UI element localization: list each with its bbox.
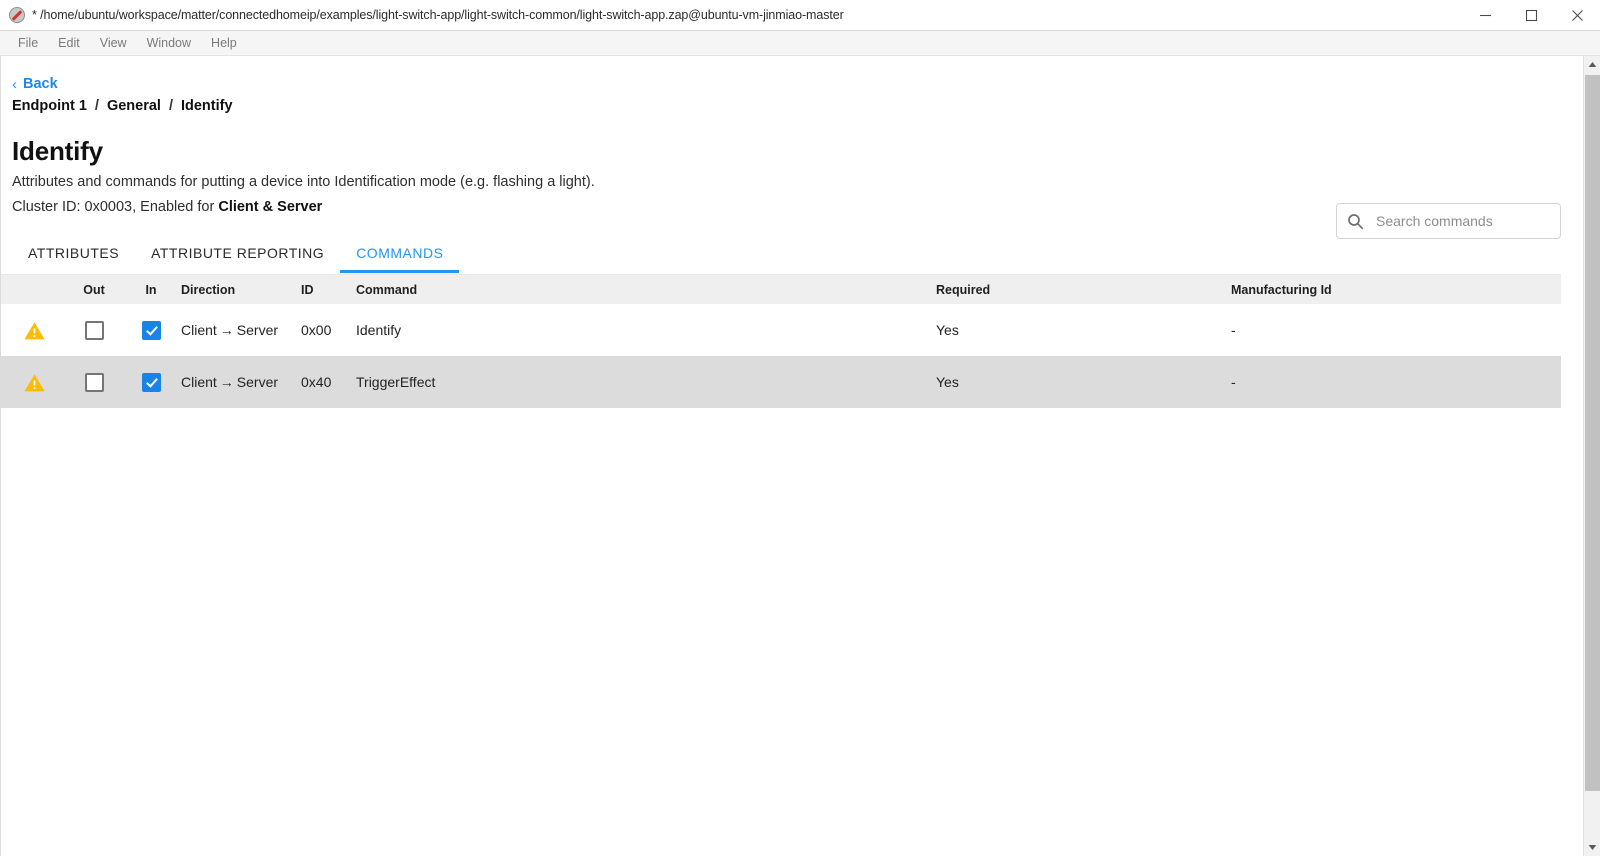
page-description: Attributes and commands for putting a de… xyxy=(12,174,595,190)
table-header-row: Out In Direction ID Command Required Man… xyxy=(1,275,1561,304)
cell-command: TriggerEffect xyxy=(356,374,436,390)
menu-item-window[interactable]: Window xyxy=(137,31,201,55)
table-row: Client → Server 0x40 TriggerEffect Yes - xyxy=(1,356,1561,408)
menu-item-file[interactable]: File xyxy=(8,31,48,55)
direction-to: Server xyxy=(236,322,279,338)
search-icon xyxy=(1347,213,1364,230)
cell-id: 0x40 xyxy=(301,374,332,390)
scroll-down-arrow-icon[interactable] xyxy=(1584,839,1600,856)
cell-required: Yes xyxy=(936,322,959,338)
checkbox-out[interactable] xyxy=(67,320,121,340)
column-header-required: Required xyxy=(936,282,991,297)
cell-direction: Client → Server xyxy=(181,322,301,338)
checkbox-in[interactable] xyxy=(121,320,181,340)
back-link-label: Back xyxy=(23,76,58,92)
page-title: Identify xyxy=(12,136,103,166)
cell-id: 0x00 xyxy=(301,322,332,338)
direction-from: Client xyxy=(181,322,217,338)
chevron-left-icon: ‹ xyxy=(12,75,17,93)
close-button[interactable] xyxy=(1554,0,1600,31)
direction-from: Client xyxy=(181,374,217,390)
breadcrumb-separator: / xyxy=(94,98,99,114)
cluster-id-text: Cluster ID: 0x0003, Enabled for xyxy=(12,199,219,215)
breadcrumb: Endpoint 1 / General / Identify xyxy=(12,98,1583,114)
cell-command: Identify xyxy=(356,322,402,338)
column-header-manufacturing-id: Manufacturing Id xyxy=(1231,282,1332,297)
breadcrumb-item-domain[interactable]: General xyxy=(107,98,161,114)
tab-commands[interactable]: COMMANDS xyxy=(340,245,460,273)
menu-bar: File Edit View Window Help xyxy=(0,31,1600,56)
scroll-up-arrow-icon[interactable] xyxy=(1584,56,1600,73)
cluster-enabled-for: Client & Server xyxy=(218,199,323,215)
window-title: * /home/ubuntu/workspace/matter/connecte… xyxy=(32,8,844,22)
minimize-button[interactable] xyxy=(1462,0,1508,31)
window-titlebar: * /home/ubuntu/workspace/matter/connecte… xyxy=(0,0,1600,31)
column-header-direction: Direction xyxy=(181,282,236,297)
cell-required: Yes xyxy=(936,374,959,390)
tab-attribute-reporting[interactable]: ATTRIBUTE REPORTING xyxy=(135,245,340,273)
cell-manufacturing-id: - xyxy=(1231,322,1236,338)
scrollbar-thumb[interactable] xyxy=(1585,75,1600,791)
vertical-scrollbar[interactable] xyxy=(1583,56,1600,856)
search-input[interactable] xyxy=(1374,212,1550,230)
cell-manufacturing-id: - xyxy=(1231,374,1236,390)
menu-item-view[interactable]: View xyxy=(90,31,137,55)
maximize-button[interactable] xyxy=(1508,0,1554,31)
commands-table: Out In Direction ID Command Required Man… xyxy=(1,274,1561,408)
warning-triangle-icon xyxy=(1,373,67,392)
menu-item-edit[interactable]: Edit xyxy=(48,31,90,55)
cell-direction: Client → Server xyxy=(181,374,301,390)
tab-attributes[interactable]: ATTRIBUTES xyxy=(12,245,135,273)
direction-to: Server xyxy=(236,374,279,390)
cluster-tabs: ATTRIBUTES ATTRIBUTE REPORTING COMMANDS xyxy=(12,239,1583,273)
breadcrumb-item-cluster[interactable]: Identify xyxy=(181,98,233,114)
column-header-in: In xyxy=(145,282,157,297)
arrow-right-icon: → xyxy=(219,374,234,390)
content-area: ‹ Back Endpoint 1 / General / Identify I… xyxy=(0,56,1600,856)
checkbox-in[interactable] xyxy=(121,372,181,392)
zap-app-icon xyxy=(9,7,25,23)
cluster-detail-pane: ‹ Back Endpoint 1 / General / Identify I… xyxy=(0,56,1583,856)
table-row: Client → Server 0x00 Identify Yes - xyxy=(1,304,1561,356)
breadcrumb-item-endpoint[interactable]: Endpoint 1 xyxy=(12,98,87,114)
column-header-id: ID xyxy=(301,282,314,297)
column-header-out: Out xyxy=(83,282,105,297)
window-controls xyxy=(1462,0,1600,31)
back-link[interactable]: ‹ Back xyxy=(12,76,102,92)
menu-item-help[interactable]: Help xyxy=(201,31,247,55)
arrow-right-icon: → xyxy=(219,322,234,338)
breadcrumb-separator: / xyxy=(168,98,173,114)
checkbox-out[interactable] xyxy=(67,372,121,392)
warning-triangle-icon xyxy=(1,321,67,340)
search-commands-box[interactable] xyxy=(1336,203,1561,239)
column-header-command: Command xyxy=(356,282,418,297)
